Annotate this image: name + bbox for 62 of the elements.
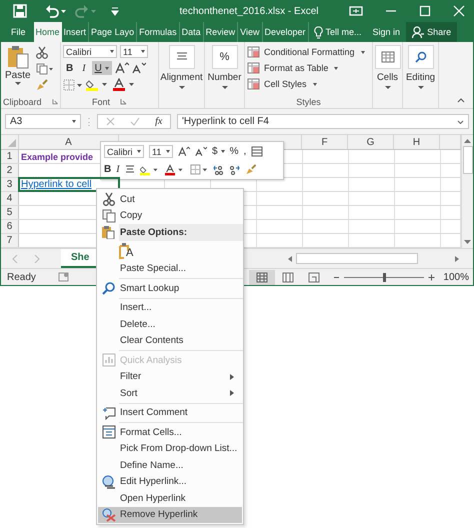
font-size-dropdown[interactable]: 11 — [149, 145, 173, 158]
ribbon-tab[interactable]: Home — [34, 22, 62, 42]
column-header[interactable]: G — [348, 135, 394, 149]
styles-menu-button[interactable]: Cell Styles — [247, 78, 370, 90]
menu-item[interactable]: Delete... — [98, 316, 242, 332]
editing-button[interactable]: Editing — [405, 45, 436, 90]
menu-item[interactable]: Insert... — [98, 300, 242, 316]
currency-button[interactable]: $ — [212, 146, 225, 157]
menu-item[interactable]: Define Name... — [98, 457, 242, 474]
hyperlink[interactable]: Hyperlink to cell — [21, 179, 92, 190]
paste-option-button[interactable]: A — [119, 242, 134, 258]
font-name-dropdown[interactable]: Calibri — [104, 145, 144, 158]
ribbon-tab[interactable]: File — [7, 22, 34, 42]
menu-item[interactable]: Copy — [98, 208, 242, 224]
number-button[interactable]: % Number — [207, 45, 242, 90]
menu-item[interactable]: Insert Comment — [98, 404, 242, 421]
menu-item[interactable]: Open Hyperlink — [98, 490, 242, 506]
row-header[interactable]: 5 — [1, 206, 19, 219]
paste-button[interactable]: Paste — [3, 45, 33, 95]
font-size-dropdown[interactable]: 11 — [120, 45, 148, 58]
formula-input[interactable]: 'Hyperlink to cell F4 — [177, 114, 469, 129]
zoom-level[interactable]: 100% — [443, 272, 469, 282]
row-header[interactable]: 6 — [1, 220, 19, 233]
styles-menu-button[interactable]: Format as Table — [247, 62, 370, 74]
bold-button[interactable]: B — [63, 61, 76, 75]
row-header[interactable]: 3 — [1, 178, 19, 191]
percent-button[interactable]: % — [230, 146, 238, 157]
row-header[interactable]: 4 — [1, 192, 19, 205]
group-label: Styles — [296, 96, 321, 106]
row-header[interactable]: 1 — [1, 150, 19, 163]
row-header[interactable]: 2 — [1, 164, 19, 177]
column-header[interactable]: F — [302, 135, 348, 149]
status-text: Ready — [7, 272, 36, 282]
cell-text: Example provide — [21, 152, 94, 162]
italic-button[interactable]: I — [116, 164, 120, 175]
group-label: Font — [92, 96, 110, 106]
menu-item[interactable]: Smart Lookup — [98, 280, 242, 296]
menu-item[interactable]: Filter — [98, 368, 242, 385]
menu-section-header: Paste Options: — [119, 224, 243, 240]
group-label: Clipboard — [3, 96, 42, 106]
menu-item[interactable]: Cut — [98, 191, 242, 208]
font-name-dropdown[interactable]: Calibri — [63, 45, 117, 58]
menu-item[interactable]: Paste Special... — [98, 260, 242, 277]
name-box[interactable]: A3 — [5, 114, 81, 129]
bold-button[interactable]: B — [104, 164, 112, 175]
window-title: techonthenet_2016.xlsx - Excel — [178, 6, 320, 16]
underline-button[interactable]: U — [92, 61, 112, 75]
italic-button[interactable]: I — [79, 61, 89, 75]
menu-item[interactable]: Remove Hyperlink — [98, 506, 242, 523]
alignment-button[interactable]: Alignment — [161, 45, 202, 90]
sign-in-link[interactable]: Sign in — [368, 22, 404, 42]
insert-function-button[interactable]: fx — [155, 116, 162, 127]
tell-me-field[interactable]: Tell me... — [322, 22, 365, 42]
row-header[interactable]: 7 — [1, 234, 19, 247]
menu-item[interactable]: Sort — [98, 385, 242, 402]
share-button[interactable]: Share — [406, 22, 458, 42]
menu-item[interactable]: Clear Contents — [98, 332, 242, 349]
column-header[interactable]: H — [394, 135, 440, 149]
menu-item[interactable]: Pick From Drop-down List... — [98, 440, 242, 457]
styles-menu-button[interactable]: Conditional Formatting — [247, 46, 370, 58]
menu-item[interactable]: Format Cells... — [98, 424, 242, 440]
menu-item[interactable]: Edit Hyperlink... — [98, 474, 242, 490]
